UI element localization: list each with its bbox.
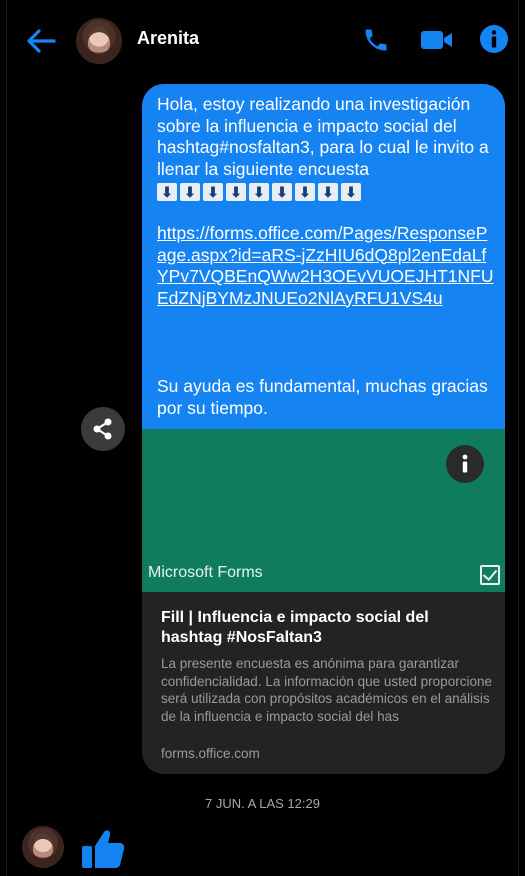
message-text-area: Hola, estoy realizando una investigación…	[142, 84, 505, 429]
arrow-down-emoji: ⬇	[341, 183, 361, 201]
avatar[interactable]	[76, 18, 122, 64]
message-closing: Su ayuda es fundamental, muchas gracias …	[157, 376, 488, 418]
preview-app-name: Microsoft Forms	[148, 564, 263, 581]
arrow-down-emoji: ⬇	[249, 183, 269, 201]
chat-header: Arenita	[0, 0, 525, 82]
thumbs-up-icon[interactable]	[80, 828, 126, 870]
video-camera-icon[interactable]	[420, 28, 454, 52]
preview-domain: forms.office.com	[161, 746, 260, 761]
avatar	[22, 826, 64, 868]
preview-description: La presente encuesta es anónima para gar…	[161, 656, 492, 724]
share-button[interactable]	[81, 407, 125, 451]
arrow-down-emoji: ⬇	[203, 183, 223, 201]
arrow-down-emoji: ⬇	[272, 183, 292, 201]
arrow-emoji-row: ⬇ ⬇ ⬇ ⬇ ⬇ ⬇ ⬇ ⬇ ⬇	[157, 183, 497, 201]
contact-name[interactable]: Arenita	[137, 28, 199, 49]
link-preview-card[interactable]: Fill | Influencia e impacto social del h…	[142, 592, 505, 774]
preview-info-button[interactable]	[446, 445, 484, 483]
arrow-down-emoji: ⬇	[318, 183, 338, 201]
arrow-left-icon[interactable]	[24, 24, 58, 58]
info-icon	[462, 454, 468, 473]
message-bubble[interactable]: Hola, estoy realizando una investigación…	[142, 84, 505, 774]
message-timestamp: 7 JUN. A LAS 12:29	[205, 796, 320, 811]
arrow-down-emoji: ⬇	[226, 183, 246, 201]
checkbox-icon	[480, 565, 500, 585]
phone-icon[interactable]	[362, 26, 390, 54]
survey-link[interactable]: https://forms.office.com/Pages/ResponseP…	[157, 223, 497, 309]
arrow-down-emoji: ⬇	[295, 183, 315, 201]
arrow-down-emoji: ⬇	[157, 183, 177, 201]
info-icon[interactable]	[479, 24, 509, 54]
arrow-down-emoji: ⬇	[180, 183, 200, 201]
share-icon	[93, 418, 112, 440]
message-intro: Hola, estoy realizando una investigación…	[157, 94, 489, 179]
preview-title: Fill | Influencia e impacto social del h…	[161, 609, 429, 646]
